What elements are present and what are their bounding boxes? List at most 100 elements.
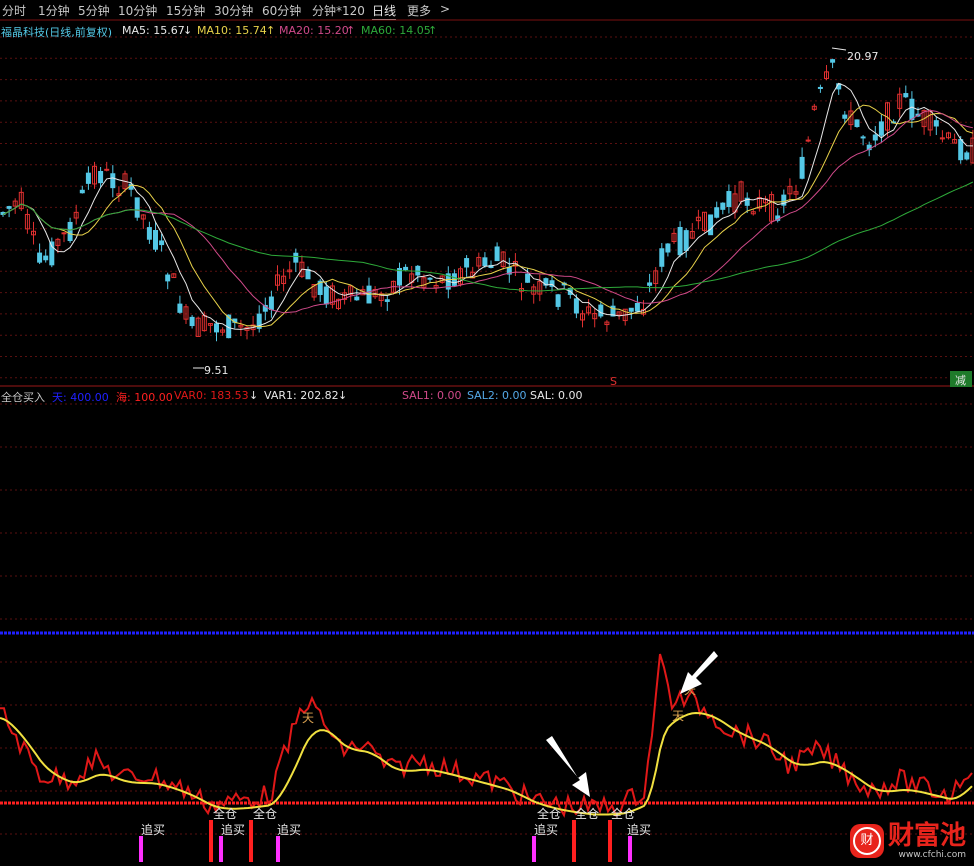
candle-body [817,86,823,89]
zhuimai-bar [139,836,143,862]
chart-canvas: 全仓 全仓 全仓 全仓 全仓追买 追买 追买 追买 追买天 天天 20.97 9.51 S 减 [0,19,974,862]
candle-body [860,136,866,139]
watermark-url: www.cfchi.com [898,850,966,860]
tian-mark: 天 [302,711,314,725]
candle-body [268,296,274,310]
tian-mark: 天 [672,709,684,723]
candle-body [189,316,195,327]
quancang-bar [608,820,612,862]
quancang-label: 全仓 [213,806,237,821]
moving-average-lines [2,82,974,330]
candle-body [482,257,488,267]
candle-body [354,296,360,301]
candle-body [293,252,299,263]
candle-body [305,269,311,280]
candle-body [647,282,653,286]
candle-body [903,93,909,98]
candle-body [165,274,171,282]
candle-body [799,156,805,179]
candle-body [598,304,604,317]
candle-body [43,255,49,261]
candle-body [677,226,683,256]
low-price-callout: 9.51 [193,364,229,377]
candle-body [214,323,219,333]
candle-body [159,240,165,246]
candle-body [134,197,140,218]
candle-body [146,227,152,240]
candle-body [67,221,73,242]
quancang-bar [249,820,253,862]
candle-body [464,258,470,268]
low-price-label: 9.51 [204,364,229,377]
candle-body [98,170,104,184]
candle-body [384,299,390,302]
stock-chart-window: 分时 1分钟 5分钟 10分钟 15分钟 30分钟 60分钟 分钟*120 日线… [0,0,974,866]
candle-body [61,232,67,235]
candle-body [555,294,561,307]
candle-body [842,114,848,119]
ma5-line [2,82,973,330]
candle-body [714,207,720,218]
zhuimai-label: 追买 [141,822,165,837]
quancang-label: 全仓 [611,806,635,821]
quancang-label: 全仓 [575,806,599,821]
ma10-line [2,104,974,328]
candle-body [964,152,970,160]
candle-body [153,230,158,250]
candle-body [177,303,183,313]
candle-body [878,121,884,136]
candle-body [403,266,409,271]
quancang-label: 全仓 [537,806,561,821]
grid-lines [0,19,974,835]
high-price-label: 20.97 [847,50,879,63]
candle-body [494,246,500,262]
candle-body [85,172,91,184]
jian-marker: 减 [955,374,966,387]
zhuimai-bar [628,836,632,862]
quancang-label: 全仓 [253,806,277,821]
cfchi-logo-icon: 财 [849,824,884,858]
candle-body [933,120,939,127]
candle-body [830,59,836,63]
zhuimai-label: 追买 [627,822,651,837]
signal-markers: 全仓 全仓 全仓 全仓 全仓追买 追买 追买 追买 追买天 天天 [139,683,696,862]
candle-body [958,139,964,161]
candle-body [683,230,689,251]
candle-body [37,252,43,263]
high-price-leader [831,47,847,51]
quancang-bar [209,820,213,862]
candle-body [573,298,579,314]
candle-body [854,119,860,128]
quancang-bar [572,820,576,862]
annotation-arrow-icon [546,736,590,797]
zhuimai-label: 追买 [277,822,301,837]
zhuimai-label: 追买 [221,822,245,837]
candle-body [708,214,714,236]
annotation-arrow-icon [680,651,718,694]
candle-body [427,277,433,280]
zhuimai-bar [532,836,536,862]
zhuimai-label: 追买 [534,822,558,837]
candle-body [79,189,85,194]
candle-body [6,206,12,209]
candle-body [872,134,878,141]
s-marker: S [610,375,617,388]
indicator-series [0,631,974,818]
candle-body [726,191,732,207]
candle-body [634,302,640,312]
candle-body [323,286,329,305]
candle-body [909,98,915,121]
zhuimai-bar [219,836,223,862]
zhuimai-bar [276,836,280,862]
candle-body [110,173,116,189]
candle-body [720,202,726,210]
high-price-callout: 20.97 [831,47,879,63]
candle-body [628,307,634,312]
watermark-brand: 财富池 [887,821,966,851]
candle-body [525,273,531,283]
candle-body [805,139,811,142]
var1-line [0,711,973,816]
candle-body [659,248,665,267]
watermark: 财 财富池 www.cfchi.com [849,821,966,860]
candle-body [104,168,110,171]
